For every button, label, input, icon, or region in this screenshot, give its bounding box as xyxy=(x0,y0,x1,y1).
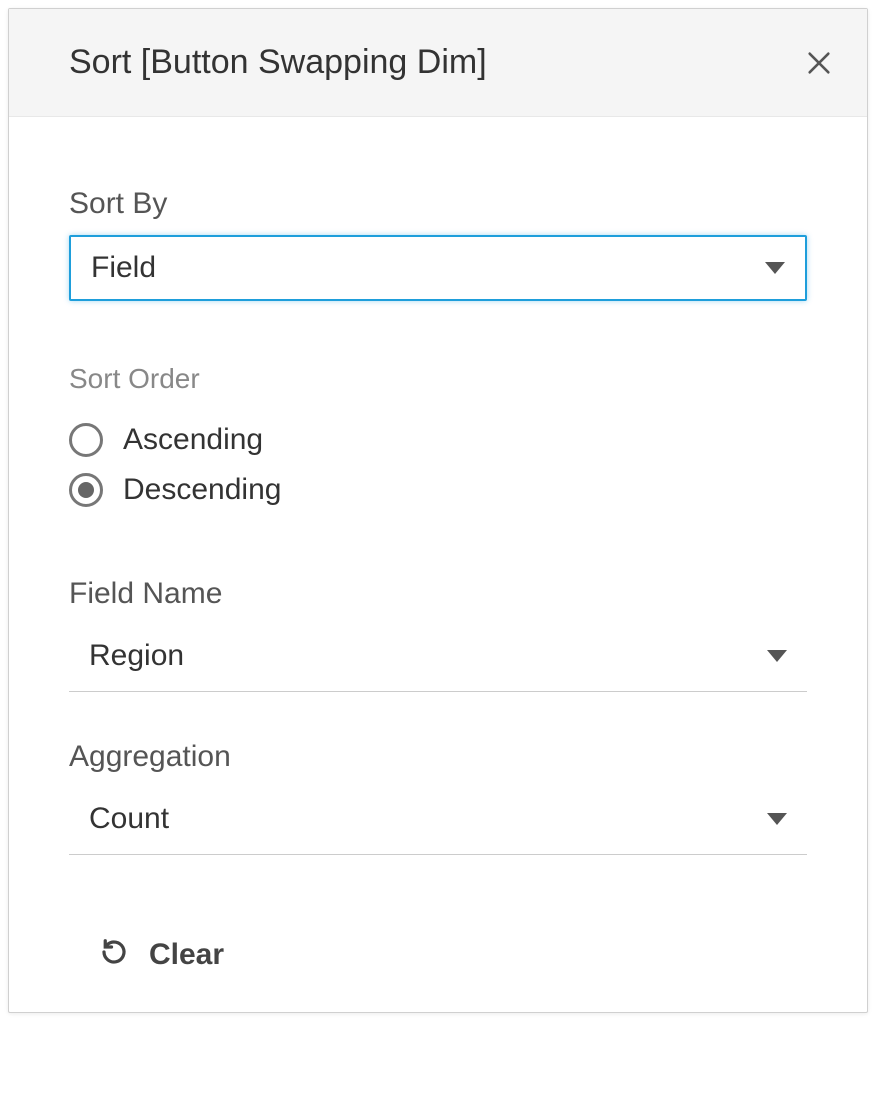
aggregation-value: Count xyxy=(89,802,169,836)
dialog-header: Sort [Button Swapping Dim] xyxy=(9,9,867,117)
radio-icon-selected xyxy=(69,473,103,507)
sort-by-dropdown[interactable]: Field xyxy=(69,235,807,301)
radio-ascending-label: Ascending xyxy=(123,423,263,457)
sort-dialog: Sort [Button Swapping Dim] Sort By Field… xyxy=(8,8,868,1013)
dialog-body: Sort By Field Sort Order Ascending Desce… xyxy=(9,117,867,1012)
sort-order-section: Sort Order Ascending Descending xyxy=(69,363,807,515)
field-name-label: Field Name xyxy=(69,577,807,611)
chevron-down-icon xyxy=(767,650,787,662)
sort-by-label: Sort By xyxy=(69,187,807,221)
radio-inner-dot xyxy=(78,482,94,498)
sort-by-value: Field xyxy=(91,251,156,285)
undo-icon xyxy=(99,937,129,972)
field-name-section: Field Name Region xyxy=(69,577,807,692)
clear-button[interactable]: Clear xyxy=(69,937,807,972)
chevron-down-icon xyxy=(765,262,785,274)
sort-by-section: Sort By Field xyxy=(69,187,807,301)
aggregation-label: Aggregation xyxy=(69,740,807,774)
sort-order-radio-group: Ascending Descending xyxy=(69,415,807,515)
dialog-title: Sort [Button Swapping Dim] xyxy=(69,43,487,82)
chevron-down-icon xyxy=(767,813,787,825)
close-button[interactable] xyxy=(803,47,835,79)
radio-ascending[interactable]: Ascending xyxy=(69,415,807,465)
radio-icon xyxy=(69,423,103,457)
field-name-value: Region xyxy=(89,639,184,673)
field-name-dropdown[interactable]: Region xyxy=(69,625,807,692)
aggregation-dropdown[interactable]: Count xyxy=(69,788,807,855)
close-icon xyxy=(805,49,833,77)
radio-descending[interactable]: Descending xyxy=(69,465,807,515)
radio-descending-label: Descending xyxy=(123,473,281,507)
clear-label: Clear xyxy=(149,938,224,972)
aggregation-section: Aggregation Count xyxy=(69,740,807,855)
sort-order-label: Sort Order xyxy=(69,363,807,395)
